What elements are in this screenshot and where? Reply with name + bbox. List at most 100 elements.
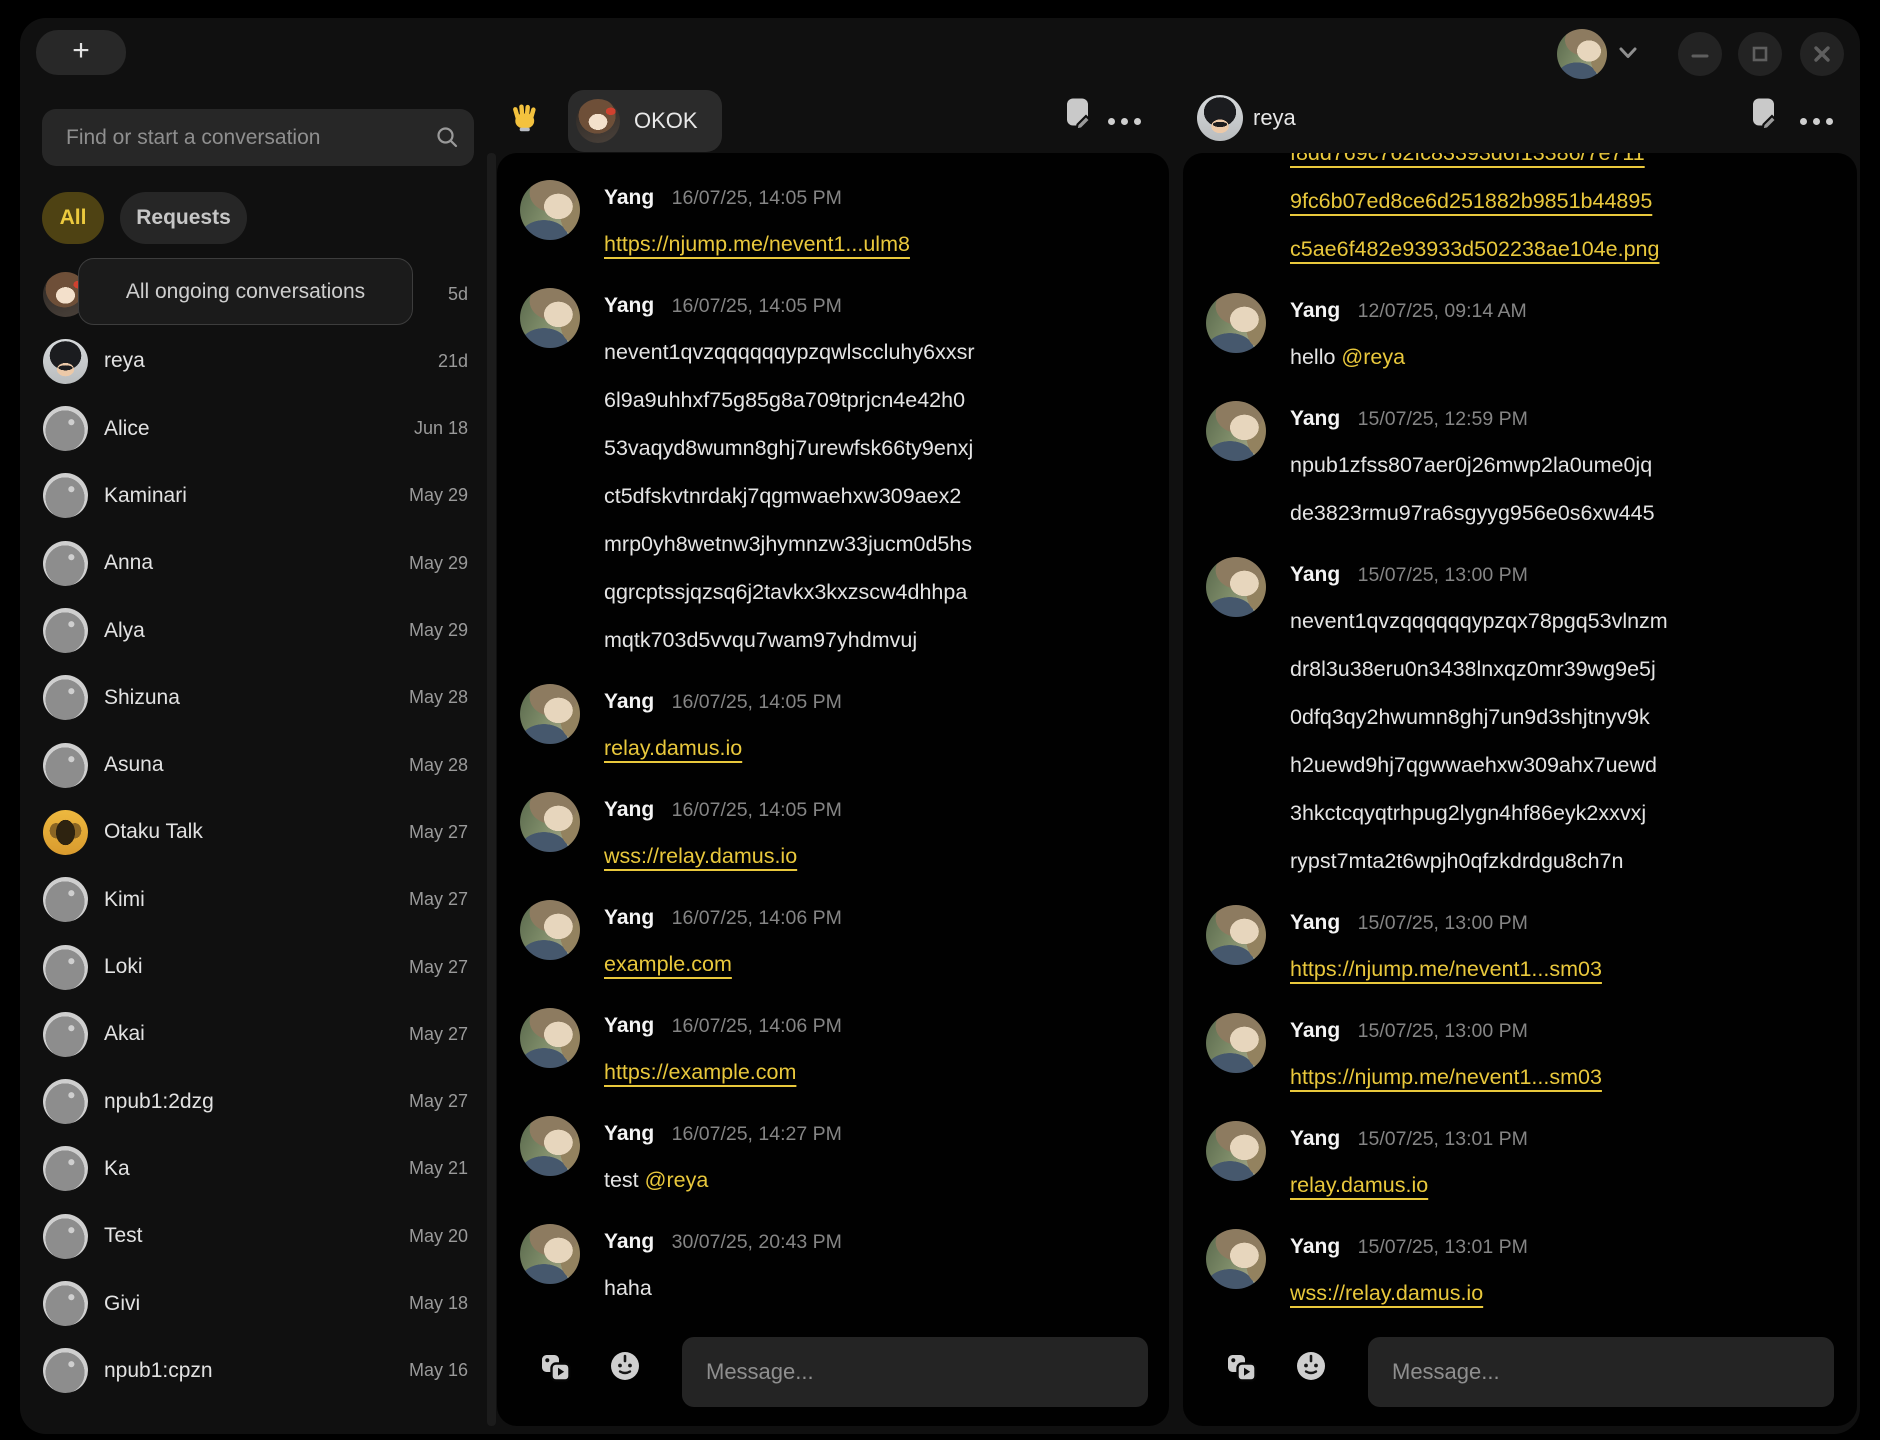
chat-panel-left: gyyg Yang 16/07/25, 14:05 PM https://nju…: [497, 153, 1169, 1426]
conversation-list-item[interactable]: Givi May 18: [43, 1271, 468, 1337]
message-author-avatar[interactable]: [1206, 401, 1266, 461]
conversation-list-item[interactable]: Akai May 27: [43, 1001, 468, 1067]
message-author-name[interactable]: Yang: [1290, 563, 1340, 586]
message-body: relay.damus.io: [1290, 1161, 1833, 1209]
message-header: Yang 16/07/25, 14:05 PM: [604, 788, 1145, 832]
more-options-icon[interactable]: [1108, 112, 1148, 130]
message-author-name[interactable]: Yang: [1290, 1127, 1340, 1150]
conversation-avatar: [43, 339, 88, 384]
conversation-timestamp: May 21: [409, 1158, 468, 1179]
message-author-name[interactable]: Yang: [604, 798, 654, 821]
message-timestamp: 15/07/25, 13:00 PM: [1358, 1020, 1528, 1042]
message-link[interactable]: example.com: [604, 952, 732, 976]
conversation-list-item[interactable]: Loki May 27: [43, 934, 468, 1000]
message-link[interactable]: https://example.com: [604, 1060, 796, 1084]
message-author-avatar[interactable]: [520, 1224, 580, 1284]
conversation-avatar: [43, 945, 88, 990]
conversation-name: npub1:2dzg: [104, 1090, 214, 1114]
maximize-button[interactable]: [1738, 32, 1782, 76]
message-link[interactable]: relay.damus.io: [1290, 1173, 1428, 1197]
message-author-name[interactable]: Yang: [604, 906, 654, 929]
more-options-icon[interactable]: [1800, 112, 1840, 130]
app-window: + All Requests 5d reya 21d Alice Jun 18 …: [20, 18, 1860, 1434]
message-input[interactable]: [1368, 1337, 1834, 1407]
conversation-list-item[interactable]: Anna May 29: [43, 530, 468, 596]
message-input[interactable]: [682, 1337, 1148, 1407]
mention-link[interactable]: @reya: [1341, 345, 1405, 369]
message-author-name[interactable]: Yang: [604, 1014, 654, 1037]
note-icon[interactable]: [1750, 96, 1777, 133]
message-author-name[interactable]: Yang: [604, 186, 654, 209]
message-author-avatar[interactable]: [1206, 1229, 1266, 1289]
conversation-timestamp: May 29: [409, 620, 468, 641]
message-author-avatar[interactable]: [520, 792, 580, 852]
message-author-avatar[interactable]: [520, 288, 580, 348]
conversation-list-item[interactable]: Test May 20: [43, 1203, 468, 1269]
message-author-name[interactable]: Yang: [604, 1230, 654, 1253]
chat-message: Yang 15/07/25, 13:01 PM wss://relay.damu…: [1183, 1225, 1833, 1317]
minimize-button[interactable]: [1678, 32, 1722, 76]
message-timestamp: 15/07/25, 13:00 PM: [1358, 564, 1528, 586]
conversation-list-item[interactable]: Otaku Talk May 27: [43, 799, 468, 865]
message-link[interactable]: https://njump.me/nevent1...sm03: [1290, 1065, 1602, 1089]
message-author-avatar[interactable]: [1206, 557, 1266, 617]
conversation-timestamp: May 28: [409, 755, 468, 776]
chevron-down-icon[interactable]: [1618, 46, 1638, 65]
message-author-avatar[interactable]: [520, 1116, 580, 1176]
message-timestamp: 12/07/25, 09:14 AM: [1358, 300, 1527, 322]
message-link[interactable]: f8dd769c762fc83393d6f13386/7e711 9fc6b07…: [1290, 153, 1659, 261]
chat-title-left[interactable]: OKOK: [568, 90, 722, 152]
emoji-icon[interactable]: [1295, 1350, 1327, 1387]
message-author-avatar[interactable]: [520, 1008, 580, 1068]
message-author-name[interactable]: Yang: [1290, 1235, 1340, 1258]
attach-media-icon[interactable]: [1227, 1354, 1257, 1387]
message-author-name[interactable]: Yang: [1290, 407, 1340, 430]
chat-message: Yang 30/07/25, 20:43 PM haha: [497, 1220, 1145, 1312]
conversation-list-item[interactable]: Shizuna May 28: [43, 665, 468, 731]
message-author-name[interactable]: Yang: [1290, 911, 1340, 934]
message-author-name[interactable]: Yang: [604, 1122, 654, 1145]
conversation-list-item[interactable]: npub1:cpzn May 16: [43, 1338, 468, 1404]
conversation-list-item[interactable]: npub1:2dzg May 27: [43, 1069, 468, 1135]
message-author-avatar[interactable]: [1206, 1121, 1266, 1181]
message-author-avatar[interactable]: [1206, 293, 1266, 353]
message-author-name[interactable]: Yang: [1290, 299, 1340, 322]
message-header: Yang 15/07/25, 13:00 PM: [1290, 553, 1833, 597]
message-timestamp: 16/07/25, 14:05 PM: [672, 799, 842, 821]
message-link[interactable]: https://njump.me/nevent1...sm03: [1290, 957, 1602, 981]
message-header: Yang 16/07/25, 14:06 PM: [604, 896, 1145, 940]
message-text: nevent1qvzqqqqqqypzqwlsccluhy6xxsr 6l9a9…: [604, 340, 975, 652]
message-author-name[interactable]: Yang: [604, 690, 654, 713]
conversation-list-item[interactable]: Asuna May 28: [43, 732, 468, 798]
conversation-list-item[interactable]: Kaminari May 29: [43, 463, 468, 529]
conversation-list-item[interactable]: reya 21d: [43, 328, 468, 394]
message-author-name[interactable]: Yang: [1290, 1019, 1340, 1042]
message-author-avatar[interactable]: [520, 180, 580, 240]
message-link[interactable]: wss://relay.damus.io: [1290, 1281, 1483, 1305]
chat-avatar-right[interactable]: [1197, 95, 1243, 141]
message-author-avatar[interactable]: [1206, 1013, 1266, 1073]
message-author-avatar[interactable]: [520, 900, 580, 960]
message-author-avatar[interactable]: [520, 684, 580, 744]
conversation-list-item[interactable]: Kimi May 27: [43, 867, 468, 933]
message-author-avatar[interactable]: [1206, 905, 1266, 965]
conversation-list-item[interactable]: Ka May 21: [43, 1136, 468, 1202]
message-header: Yang 15/07/25, 13:01 PM: [1290, 1225, 1833, 1269]
message-link[interactable]: https://njump.me/nevent1...ulm8: [604, 232, 910, 256]
conversation-avatar: [43, 541, 88, 586]
attach-media-icon[interactable]: [541, 1354, 571, 1387]
close-button[interactable]: [1800, 32, 1844, 76]
profile-avatar[interactable]: [1557, 29, 1607, 79]
emoji-icon[interactable]: [609, 1350, 641, 1387]
note-icon[interactable]: [1064, 96, 1091, 133]
message-link[interactable]: relay.damus.io: [604, 736, 742, 760]
message-link[interactable]: wss://relay.damus.io: [604, 844, 797, 868]
conversation-list-item[interactable]: Alice Jun 18: [43, 396, 468, 462]
conversation-avatar: [43, 877, 88, 922]
conversation-list-item[interactable]: Alya May 29: [43, 598, 468, 664]
chat-message: Yang 15/07/25, 13:01 PM relay.damus.io: [1183, 1117, 1833, 1209]
conversation-timestamp: May 27: [409, 957, 468, 978]
mention-link[interactable]: @reya: [645, 1168, 709, 1192]
conversation-avatar: [43, 1012, 88, 1057]
message-author-name[interactable]: Yang: [604, 294, 654, 317]
